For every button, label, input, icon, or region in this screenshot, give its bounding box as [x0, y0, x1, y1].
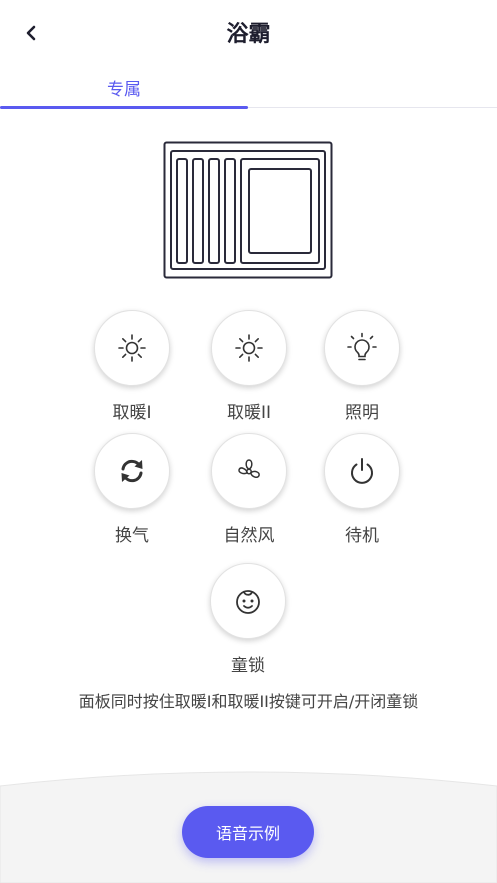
control-heat-2: 取暖II — [209, 310, 289, 423]
heat-1-label: 取暖I — [112, 403, 152, 423]
standby-button[interactable] — [324, 433, 400, 509]
child-lock-button[interactable] — [210, 563, 286, 639]
tab-exclusive[interactable]: 专属 — [0, 66, 248, 109]
child-face-icon — [236, 590, 260, 614]
control-standby: 待机 — [322, 433, 402, 546]
control-heat-1: 取暖I — [92, 310, 172, 423]
natural-wind-label: 自然风 — [223, 526, 275, 546]
header: 浴霸 — [0, 0, 497, 66]
power-icon — [351, 458, 373, 484]
lightbulb-icon — [347, 332, 377, 361]
heat-2-label: 取暖II — [226, 403, 272, 423]
control-natural-wind: 自然风 — [209, 433, 289, 546]
light-button[interactable] — [324, 310, 400, 386]
control-child-lock: 童锁 — [208, 563, 288, 676]
control-light: 照明 — [322, 310, 402, 423]
light-label: 照明 — [345, 403, 379, 423]
sun-icon — [235, 334, 263, 362]
standby-label: 待机 — [345, 526, 379, 546]
refresh-icon — [121, 459, 143, 483]
heat-2-button[interactable] — [211, 310, 287, 386]
sun-icon — [118, 334, 146, 362]
ventilation-button[interactable] — [94, 433, 170, 509]
bath-heater-device-icon — [163, 141, 333, 279]
page-title: 浴霸 — [226, 22, 271, 47]
fan-icon — [238, 459, 260, 479]
tab-label: 专属 — [107, 79, 141, 100]
child-lock-hint: 面板同时按住取暖I和取暖II按键可开启/开闭童锁 — [78, 692, 419, 711]
control-ventilation: 换气 — [92, 433, 172, 546]
tab-underline — [0, 106, 248, 109]
ventilation-label: 换气 — [115, 526, 149, 546]
heat-1-button[interactable] — [94, 310, 170, 386]
voice-example-button[interactable]: 语音示例 — [182, 806, 314, 858]
tab-bar: 专属 — [0, 66, 497, 109]
child-lock-label: 童锁 — [231, 656, 265, 676]
natural-wind-button[interactable] — [211, 433, 287, 509]
